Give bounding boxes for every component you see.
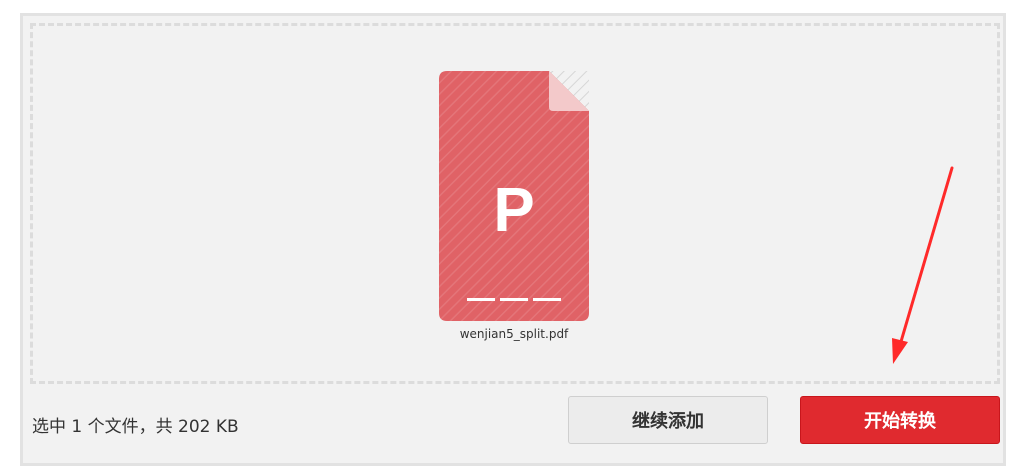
add-more-button[interactable]: 继续添加 (568, 396, 768, 444)
file-tile[interactable]: P wenjian5_split.pdf (439, 71, 589, 341)
file-name: wenjian5_split.pdf (459, 327, 569, 341)
converter-panel: P wenjian5_split.pdf 选中 1 个文件，共 202 KB 继… (20, 13, 1006, 466)
file-drop-zone[interactable]: P wenjian5_split.pdf (30, 23, 1000, 384)
file-type-letter: P (493, 176, 534, 245)
selection-summary: 选中 1 个文件，共 202 KB (32, 417, 239, 437)
pdf-file-icon: P (439, 71, 589, 321)
start-convert-button[interactable]: 开始转换 (800, 396, 1000, 444)
